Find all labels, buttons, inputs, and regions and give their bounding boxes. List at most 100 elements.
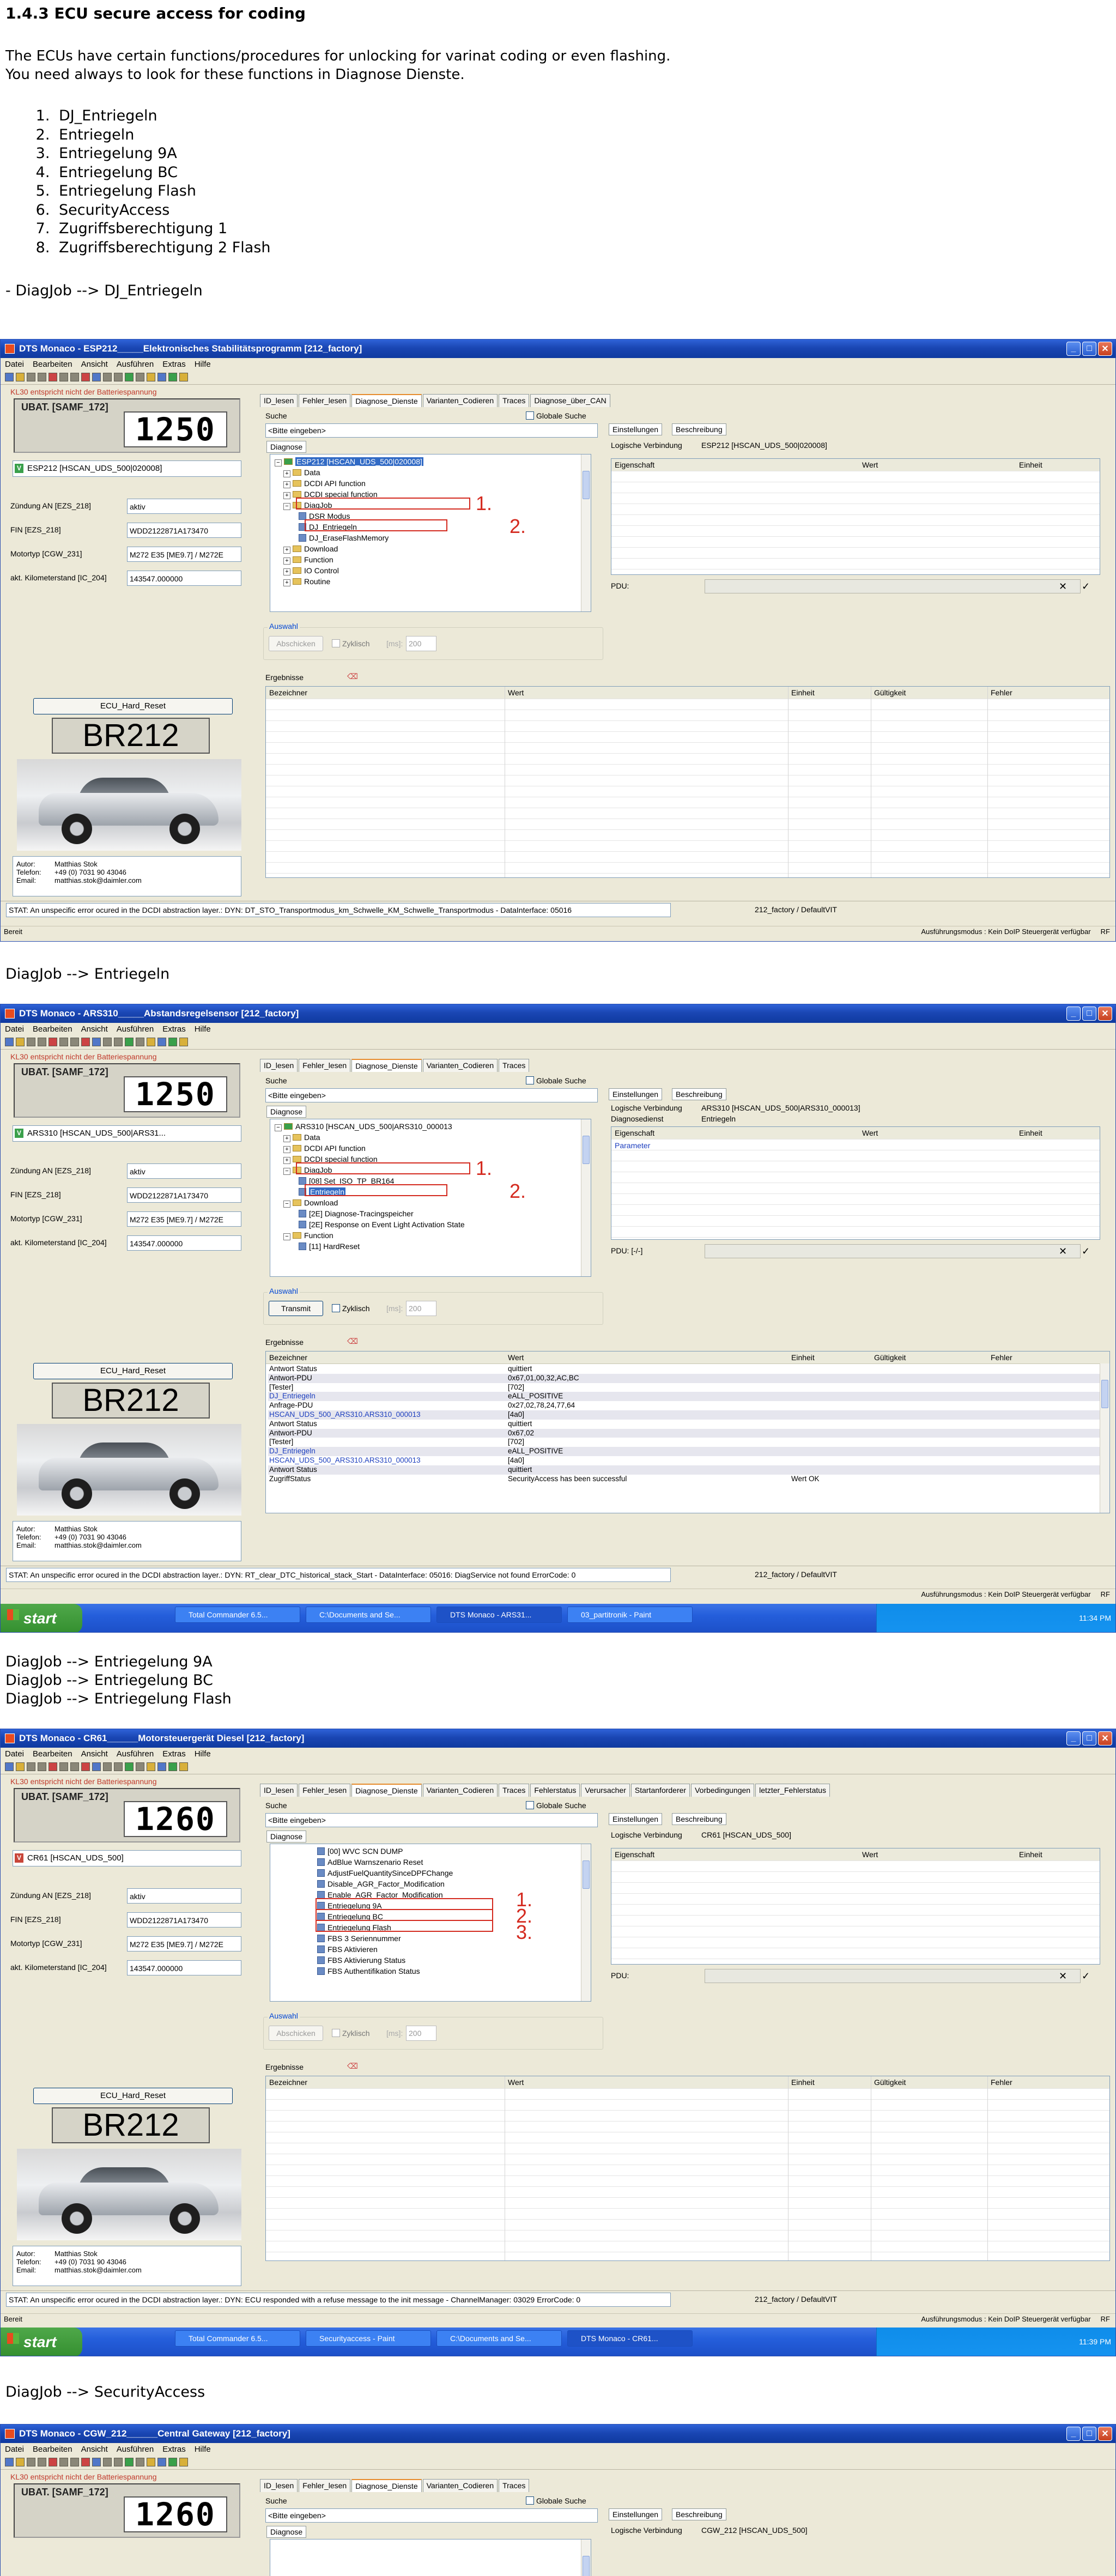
menu-extras[interactable]: Extras [162,1749,186,1759]
tree-node-download[interactable]: + Download [283,543,338,555]
paste-icon[interactable] [70,1762,79,1771]
save-icon[interactable] [27,2458,35,2466]
minimize-button[interactable]: _ [1066,342,1081,356]
menu-ansicht[interactable]: Ansicht [81,360,108,369]
tab-einstellungen[interactable]: Einstellungen [609,2508,663,2520]
taskbar-item[interactable]: DTS Monaco - ARS31... [436,1607,562,1623]
menu-ausfuehren[interactable]: Ausführen [117,360,154,369]
table-row[interactable]: Anfrage-PDU 0x27,02,78,24,77,64 [268,1401,1100,1410]
ecu-icon[interactable] [168,1762,177,1771]
new-icon[interactable] [5,1762,14,1771]
copy-icon[interactable] [59,2458,68,2466]
tree-node[interactable]: FBS Aktivieren [317,1943,378,1955]
table-row[interactable]: Antwort-PDU 0x67,02 [268,1428,1100,1438]
tab-fehlerstatus[interactable]: Fehlerstatus [530,1784,580,1797]
maximize-button[interactable]: □ [1082,1007,1096,1021]
save-all-icon[interactable] [38,373,46,381]
menu-datei[interactable]: Datei [5,1025,24,1034]
menu-hilfe[interactable]: Hilfe [195,2445,211,2454]
tab-diagnose[interactable]: Diagnose [266,1106,307,1118]
search-input[interactable]: <Bitte eingeben> [265,1813,598,1827]
tree-scrollbar[interactable] [581,2539,591,2576]
tree-node[interactable]: FBS Aktivierung Status [317,1954,405,1966]
menu-ausfuehren[interactable]: Ausführen [117,2445,154,2454]
save-icon[interactable] [27,373,35,381]
grid-icon[interactable] [114,373,123,381]
menu-ansicht[interactable]: Ansicht [81,1025,108,1034]
tab-letzter-fehlerstatus[interactable]: letzter_Fehlerstatus [755,1784,830,1797]
taskbar-item[interactable]: Total Commander 6.5... [175,1607,300,1623]
global-search-checkbox[interactable]: Globale Suche [526,2496,586,2505]
tab-verursacher[interactable]: Verursacher [581,1784,630,1797]
menu-extras[interactable]: Extras [162,2445,186,2454]
tab-diagnose[interactable]: Diagnose [266,441,307,453]
filter-icon[interactable] [157,373,166,381]
pdu-input[interactable] [705,1244,1081,1258]
taskbar-item[interactable]: 03_partitronik - Paint [567,1607,693,1623]
table-row[interactable]: [Tester] [702] [268,1438,1100,1447]
delete-icon[interactable] [81,373,90,381]
tree-node[interactable]: FBS 3 Seriennummer [317,1932,401,1944]
tab-id-lesen[interactable]: ID_lesen [260,394,298,407]
ecu-icon[interactable] [168,2458,177,2466]
confirm-icon[interactable]: ✓ [1082,1971,1090,1982]
paste-icon[interactable] [70,1038,79,1046]
tab-fehler-lesen[interactable]: Fehler_lesen [299,2479,351,2492]
ecu-hard-reset-button[interactable]: ECU_Hard_Reset [33,1363,233,1379]
tree-scrollbar[interactable] [581,1844,591,2001]
minimize-button[interactable]: _ [1066,1731,1081,1745]
stop-icon[interactable] [136,373,144,381]
close-button[interactable]: ✕ [1098,2427,1112,2441]
menu-datei[interactable]: Datei [5,1749,24,1759]
help-icon[interactable] [179,1038,188,1046]
paste-icon[interactable] [70,373,79,381]
abschicken-button[interactable]: Abschicken [269,636,323,651]
filter-icon[interactable] [157,2458,166,2466]
connect-icon[interactable] [125,2458,134,2466]
tab-traces[interactable]: Traces [499,394,530,407]
tree-node[interactable]: AdjustFuelQuantitySinceDPFChange [317,1867,453,1879]
tree-node-hardreset[interactable]: [11] HardReset [299,1240,360,1252]
taskbar-item[interactable]: Securityaccess - Paint [306,2330,431,2347]
menu-hilfe[interactable]: Hilfe [195,1749,211,1759]
delete-icon[interactable] [81,1038,90,1046]
layout-icon[interactable] [92,1038,101,1046]
zyklisch-checkbox[interactable]: Zyklisch [332,1304,370,1313]
tree-node-ecu[interactable]: − ESP212 [HSCAN_UDS_500|020008] [275,456,423,468]
window-icon[interactable] [103,373,112,381]
filter-icon[interactable] [157,1038,166,1046]
confirm-icon[interactable]: ✓ [1082,1246,1090,1257]
taskbar-item[interactable]: C:\Documents and Se... [306,1607,431,1623]
tree-node[interactable]: FBS Authentifikation Status [317,1965,420,1977]
clear-icon[interactable]: ✕ [1059,1246,1067,1257]
tree-node-data[interactable]: + Data [283,1131,320,1143]
minimize-button[interactable]: _ [1066,1007,1081,1021]
close-button[interactable]: ✕ [1098,342,1112,356]
taskbar-item[interactable]: C:\Documents and Se... [436,2330,562,2347]
tree-node-data[interactable]: + Data [283,466,320,478]
settings-icon[interactable] [147,373,155,381]
new-icon[interactable] [5,373,14,381]
table-row[interactable]: HSCAN_UDS_500_ARS310.ARS310_000013 [4a0] [268,1456,1100,1465]
open-icon[interactable] [16,1038,25,1046]
tree-scrollbar[interactable] [581,1119,591,1276]
open-icon[interactable] [16,2458,25,2466]
tab-beschreibung[interactable]: Beschreibung [672,2508,726,2520]
tab-id-lesen[interactable]: ID_lesen [260,1784,298,1797]
tree-node-function[interactable]: − Function [283,1229,333,1241]
menu-ansicht[interactable]: Ansicht [81,1749,108,1759]
tree-node[interactable]: AdBlue Warnszenario Reset [317,1856,423,1868]
eraser-icon[interactable]: ⌫ [347,2062,358,2071]
global-search-checkbox[interactable]: Globale Suche [526,411,586,420]
cut-icon[interactable] [48,1038,57,1046]
table-row[interactable]: HSCAN_UDS_500_ARS310.ARS310_000013 [4a0] [268,1410,1100,1420]
ecu-selector[interactable]: ESP212 [HSCAN_UDS_500|020008] [13,460,241,477]
cut-icon[interactable] [48,1762,57,1771]
clear-icon[interactable]: ✕ [1059,1971,1067,1982]
eraser-icon[interactable]: ⌫ [347,672,358,681]
zyklisch-checkbox[interactable]: Zyklisch [332,2029,370,2038]
eraser-icon[interactable]: ⌫ [347,1337,358,1346]
tree-node-dcdi-api[interactable]: + DCDI API function [283,1142,366,1154]
window-icon[interactable] [103,1762,112,1771]
maximize-button[interactable]: □ [1082,342,1096,356]
